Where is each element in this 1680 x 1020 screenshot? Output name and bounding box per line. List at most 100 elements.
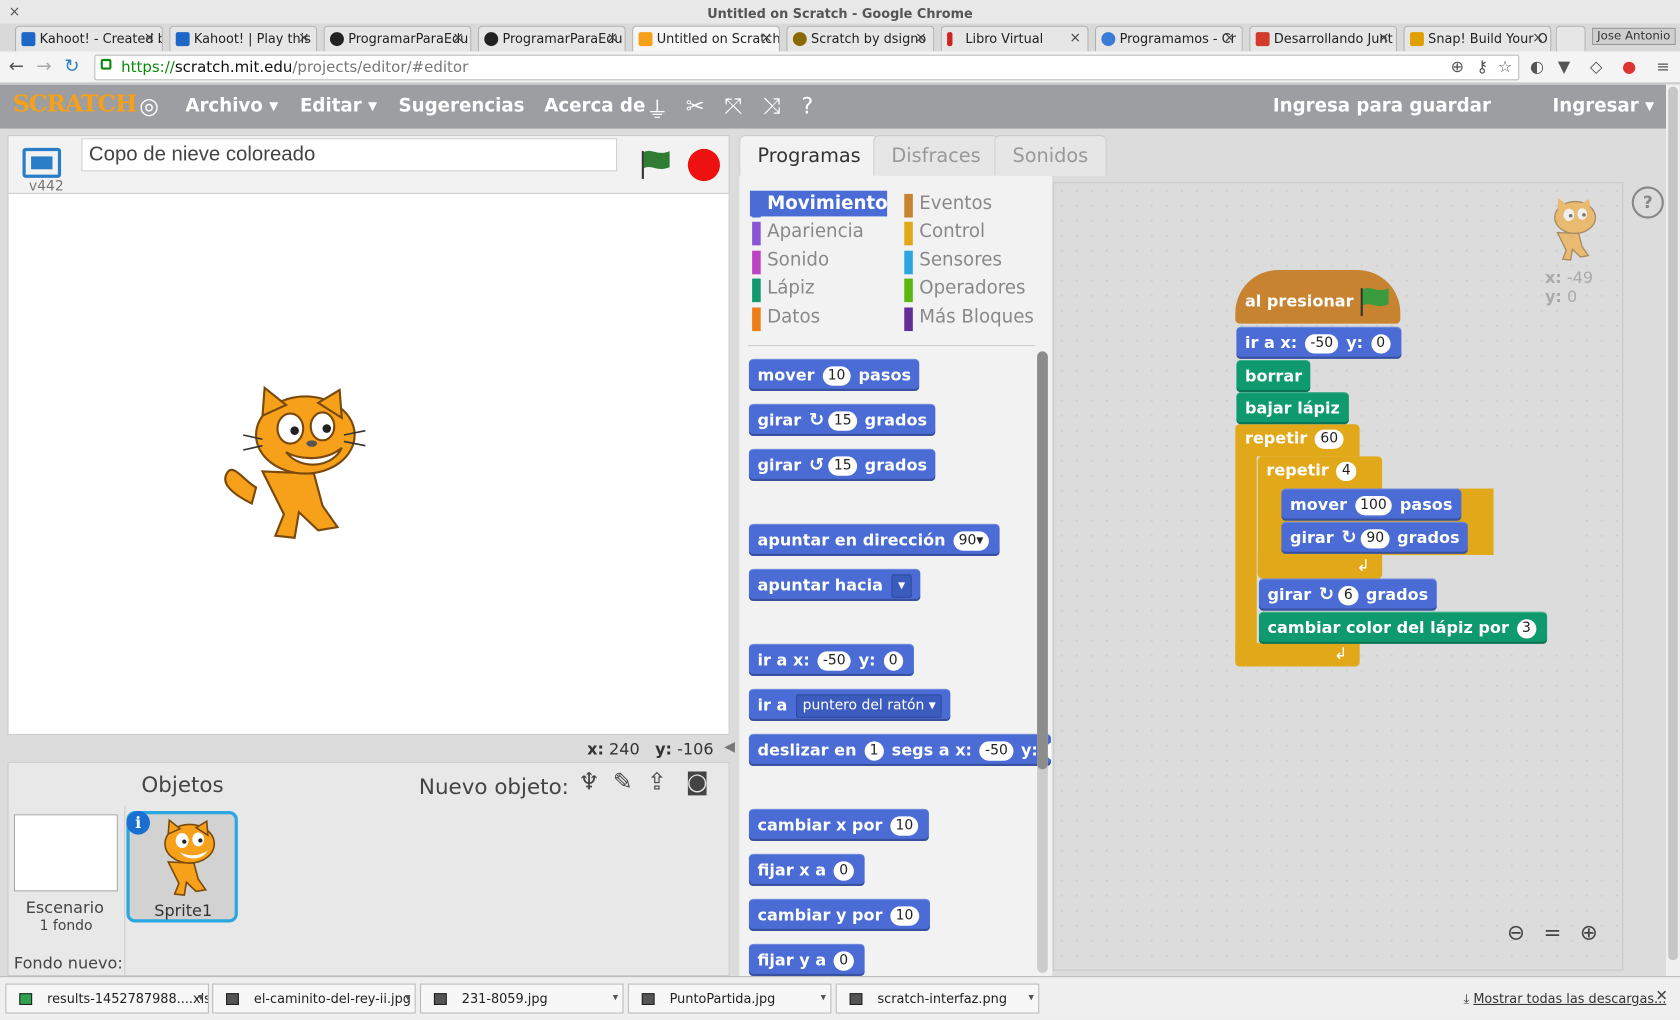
block-point-towards[interactable]: apuntar hacia ▾	[748, 568, 921, 602]
tab-close-icon[interactable]: ×	[607, 27, 619, 51]
chevron-down-icon[interactable]: ▾	[821, 985, 826, 1013]
chevron-down-icon[interactable]: ▾	[613, 985, 618, 1013]
category-mas-bloques[interactable]: Más Bloques	[904, 306, 1034, 332]
menu-archivo[interactable]: Archivo ▾	[185, 95, 278, 116]
block-set-y[interactable]: fijar y a 0	[748, 943, 865, 977]
menu-sugerencias[interactable]: Sugerencias	[399, 95, 525, 116]
browser-tab[interactable]: Kahoot! - Created b ×	[14, 25, 163, 52]
download-item[interactable]: 231-8059.jpg ▾	[419, 983, 624, 1014]
browser-tab[interactable]: Scratch by dsigno ×	[786, 25, 935, 52]
palette-scroll-thumb[interactable]	[1037, 351, 1048, 770]
category-sonido[interactable]: Sonido	[752, 250, 829, 275]
category-apariencia[interactable]: Apariencia	[752, 221, 864, 246]
url-bar[interactable]: https://scratch.mit.edu/projects/editor/…	[94, 54, 1520, 81]
block-turn-left[interactable]: girar ↺ 15 grados	[748, 448, 936, 482]
download-item[interactable]: results-1452787988....xls ▾	[5, 983, 209, 1014]
new-tab-button[interactable]	[1555, 25, 1586, 52]
script-change-pen-color[interactable]: cambiar color del lápiz por 3	[1258, 611, 1547, 644]
browser-tab[interactable]: Programamos - Cr ×	[1094, 25, 1243, 52]
save-login-link[interactable]: Ingresa para guardar	[1273, 95, 1491, 116]
choose-sprite-library-icon[interactable]: ♆	[579, 769, 600, 796]
paint-brush-icon[interactable]: ✎	[613, 769, 633, 796]
extension-icon[interactable]: ◐	[1530, 57, 1544, 76]
block-goto-xy[interactable]: ir a x: -50 y: 0	[748, 643, 914, 677]
chrome-icon[interactable]: ●	[1622, 57, 1636, 76]
category-control[interactable]: Control	[904, 221, 985, 246]
script-turn-90[interactable]: girar ↻ 90 grados	[1281, 521, 1469, 554]
duplicate-stamp-icon[interactable]: ⏚	[646, 93, 668, 125]
show-all-downloads-link[interactable]: ⤓ Mostrar todas las descargas...	[1464, 991, 1667, 1007]
browser-tab[interactable]: ProgramarParaEdu ×	[477, 25, 626, 52]
language-globe-icon[interactable]: ◎	[139, 93, 159, 119]
browser-tab[interactable]: Snap! Build Your O ×	[1403, 25, 1552, 52]
block-set-x[interactable]: fijar x a 0	[748, 853, 865, 887]
delete-scissors-icon[interactable]: ✂	[686, 93, 705, 119]
login-menu[interactable]: Ingresar ▾	[1552, 95, 1654, 116]
zoom-in-icon[interactable]: ⊕	[1574, 919, 1604, 945]
category-eventos[interactable]: Eventos	[904, 193, 992, 218]
scratch-logo[interactable]: SCRATCH	[13, 90, 138, 118]
reload-icon[interactable]: ↻	[64, 56, 79, 77]
script-move-steps[interactable]: mover 100 pasos	[1281, 488, 1461, 521]
tab-disfraces[interactable]: Disfraces	[873, 134, 999, 176]
profile-button[interactable]: Jose Antonio	[1591, 27, 1676, 45]
shrink-icon[interactable]: ⤨	[763, 93, 781, 120]
menu-editar[interactable]: Editar ▾	[300, 95, 377, 116]
category-sensores[interactable]: Sensores	[904, 250, 1002, 275]
category-operadores[interactable]: Operadores	[904, 277, 1026, 303]
script-clear[interactable]: borrar	[1236, 359, 1311, 393]
download-item[interactable]: PuntoPartida.jpg ▾	[627, 983, 832, 1014]
menu-icon[interactable]: ≡	[1656, 57, 1669, 76]
browser-tab-active[interactable]: Untitled on Scratch ×	[632, 25, 780, 52]
collapse-stage-arrow-icon[interactable]: ◀	[724, 739, 735, 755]
repeat-60-footer[interactable]: ↲	[1235, 642, 1360, 667]
scratch-cat-sprite[interactable]	[220, 385, 370, 547]
repeat-4-footer[interactable]: ↲	[1257, 554, 1383, 579]
window-close-icon[interactable]: ×	[9, 4, 21, 20]
help-question-icon[interactable]: ?	[1631, 186, 1664, 219]
key-icon[interactable]: ⚷	[1476, 57, 1488, 76]
pocket-icon[interactable]: ▼	[1558, 57, 1570, 76]
tab-close-icon[interactable]: ×	[761, 27, 773, 51]
back-arrow-icon[interactable]: ←	[9, 56, 24, 77]
category-lapiz[interactable]: Lápiz	[752, 277, 815, 303]
block-turn-right[interactable]: girar ↻ 15 grados	[748, 403, 936, 437]
page-scroll-thumb[interactable]	[1668, 86, 1678, 960]
stage-thumbnail[interactable]	[13, 814, 118, 892]
zoom-icon[interactable]: ⊕	[1451, 57, 1464, 76]
tab-close-icon[interactable]: ×	[915, 27, 927, 51]
tab-programas[interactable]: Programas	[739, 134, 879, 176]
block-point-direction[interactable]: apuntar en dirección 90▾	[748, 523, 1000, 557]
script-goto-xy[interactable]: ir a x: -50 y: 0	[1236, 326, 1402, 359]
download-item[interactable]: el-caminito-del-rey-ii.jpg ▾	[212, 983, 416, 1014]
presentation-mode-icon[interactable]	[22, 147, 62, 178]
block-change-x[interactable]: cambiar x por 10	[748, 808, 930, 842]
browser-tab[interactable]: Kahoot! | Play this ×	[169, 25, 318, 52]
tab-close-icon[interactable]: ×	[1069, 27, 1081, 51]
chevron-down-icon[interactable]: ▾	[198, 985, 203, 1013]
upload-icon[interactable]: ⇪	[647, 769, 667, 796]
zoom-out-icon[interactable]: ⊖	[1501, 919, 1531, 945]
chevron-down-icon[interactable]: ▾	[405, 985, 410, 1013]
category-movimiento[interactable]: Movimiento	[752, 193, 888, 218]
browser-tab[interactable]: Desarrollando Junt ×	[1249, 25, 1398, 52]
menu-acerca-de[interactable]: Acerca de	[544, 95, 645, 116]
chevron-down-icon[interactable]: ▾	[1029, 985, 1034, 1013]
project-title-input[interactable]: Copo de nieve coloreado	[81, 138, 618, 172]
block-change-y[interactable]: cambiar y por 10	[748, 898, 930, 932]
forward-arrow-icon[interactable]: →	[36, 56, 51, 77]
browser-tab[interactable]: ProgramarParaEdu ×	[323, 25, 472, 52]
stop-icon[interactable]	[687, 148, 720, 182]
tab-close-icon[interactable]: ×	[1532, 27, 1544, 51]
block-goto-target[interactable]: ir a puntero del ratón ▾	[748, 688, 951, 722]
browser-tab[interactable]: Libro Virtual ×	[940, 25, 1089, 52]
green-flag-icon[interactable]	[639, 148, 673, 180]
sprite-info-icon[interactable]: i	[126, 811, 150, 835]
zoom-reset-icon[interactable]: =	[1537, 919, 1567, 945]
shield-extension-icon[interactable]: ◇	[1590, 57, 1602, 76]
download-item[interactable]: scratch-interfaz.png ▾	[835, 983, 1040, 1014]
block-glide[interactable]: deslizar en 1 segs a x: -50 y: 0	[748, 733, 1052, 767]
tab-close-icon[interactable]: ×	[1224, 27, 1236, 51]
tab-close-icon[interactable]: ×	[452, 27, 464, 51]
script-pen-down[interactable]: bajar lápiz	[1236, 392, 1349, 425]
